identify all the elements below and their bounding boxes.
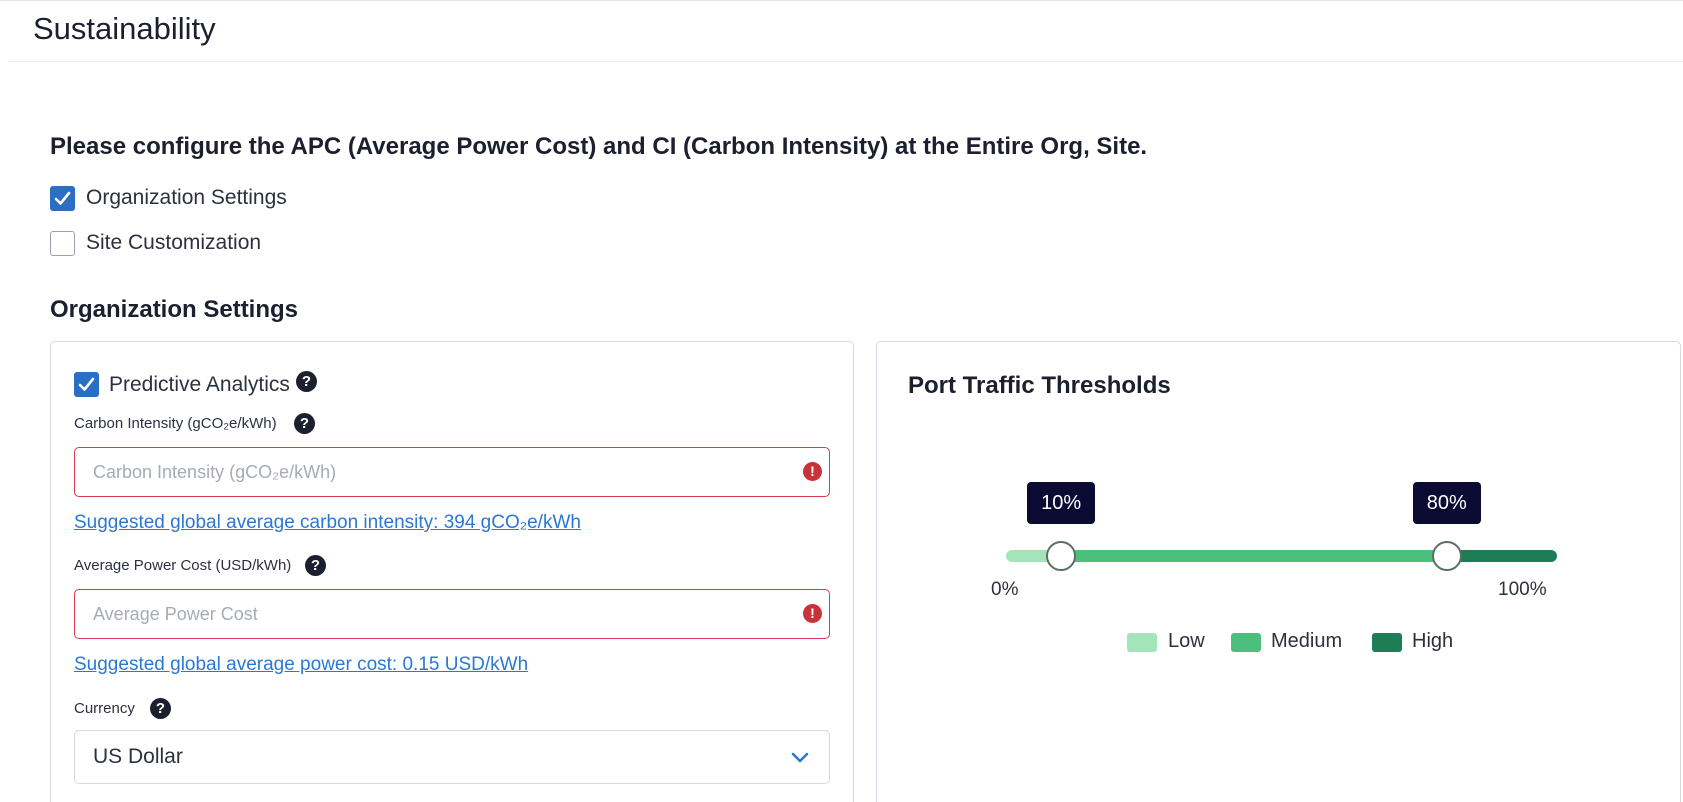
average-power-cost-help-icon[interactable]: ?: [305, 555, 326, 576]
intro-text: Please configure the APC (Average Power …: [50, 133, 1148, 160]
high-threshold-badge: 80%: [1412, 482, 1481, 524]
page-title: Sustainability: [33, 11, 216, 46]
legend-high-swatch: [1372, 633, 1402, 652]
organization-settings-checkbox[interactable]: [50, 186, 75, 211]
suggested-power-cost-link[interactable]: Suggested global average power cost: 0.1…: [74, 654, 528, 676]
port-traffic-title: Port Traffic Thresholds: [908, 372, 1171, 399]
suggested-carbon-intensity-link[interactable]: Suggested global average carbon intensit…: [74, 512, 581, 534]
legend-low-label: Low: [1168, 630, 1205, 652]
slider-track-medium[interactable]: [1061, 550, 1447, 562]
legend-medium-label: Medium: [1271, 630, 1343, 652]
carbon-intensity-label: Carbon Intensity (gCO₂e/kWh): [74, 415, 277, 432]
legend-medium-swatch: [1231, 633, 1261, 652]
currency-select[interactable]: US Dollar: [74, 730, 830, 784]
legend-high-label: High: [1412, 630, 1454, 652]
organization-settings-label[interactable]: Organization Settings: [86, 186, 287, 210]
carbon-intensity-error-icon: !: [803, 462, 822, 481]
low-threshold-badge: 10%: [1027, 482, 1096, 524]
slider-track-high[interactable]: [1446, 550, 1557, 562]
organization-settings-panel: Predictive Analytics ? Carbon Intensity …: [50, 341, 854, 802]
checkmark-icon: [54, 191, 71, 205]
carbon-intensity-help-icon[interactable]: ?: [294, 413, 315, 434]
predictive-analytics-help-icon[interactable]: ?: [296, 371, 317, 392]
high-threshold-handle[interactable]: [1431, 541, 1462, 571]
legend-low-swatch: [1127, 633, 1157, 652]
low-threshold-handle[interactable]: [1046, 541, 1077, 571]
currency-label: Currency: [74, 700, 135, 717]
checkmark-icon: [78, 377, 95, 391]
average-power-cost-input[interactable]: [74, 589, 830, 639]
predictive-analytics-checkbox[interactable]: [74, 372, 99, 397]
currency-help-icon[interactable]: ?: [150, 698, 171, 719]
port-traffic-panel: Port Traffic Thresholds 10% 80% 0% 100% …: [876, 341, 1681, 802]
chevron-down-icon: [791, 752, 809, 763]
site-customization-label[interactable]: Site Customization: [86, 231, 261, 255]
average-power-cost-label: Average Power Cost (USD/kWh): [74, 557, 292, 574]
average-power-cost-error-icon: !: [803, 604, 822, 623]
carbon-intensity-input[interactable]: [74, 447, 830, 497]
page-header: Sustainability: [8, 0, 1683, 62]
slider-min-label: 0%: [991, 579, 1019, 600]
currency-selected-value: US Dollar: [93, 745, 183, 768]
section-title: Organization Settings: [50, 296, 299, 323]
predictive-analytics-label[interactable]: Predictive Analytics: [109, 373, 290, 397]
site-customization-checkbox[interactable]: [50, 231, 75, 256]
slider-max-label: 100%: [1498, 579, 1547, 600]
